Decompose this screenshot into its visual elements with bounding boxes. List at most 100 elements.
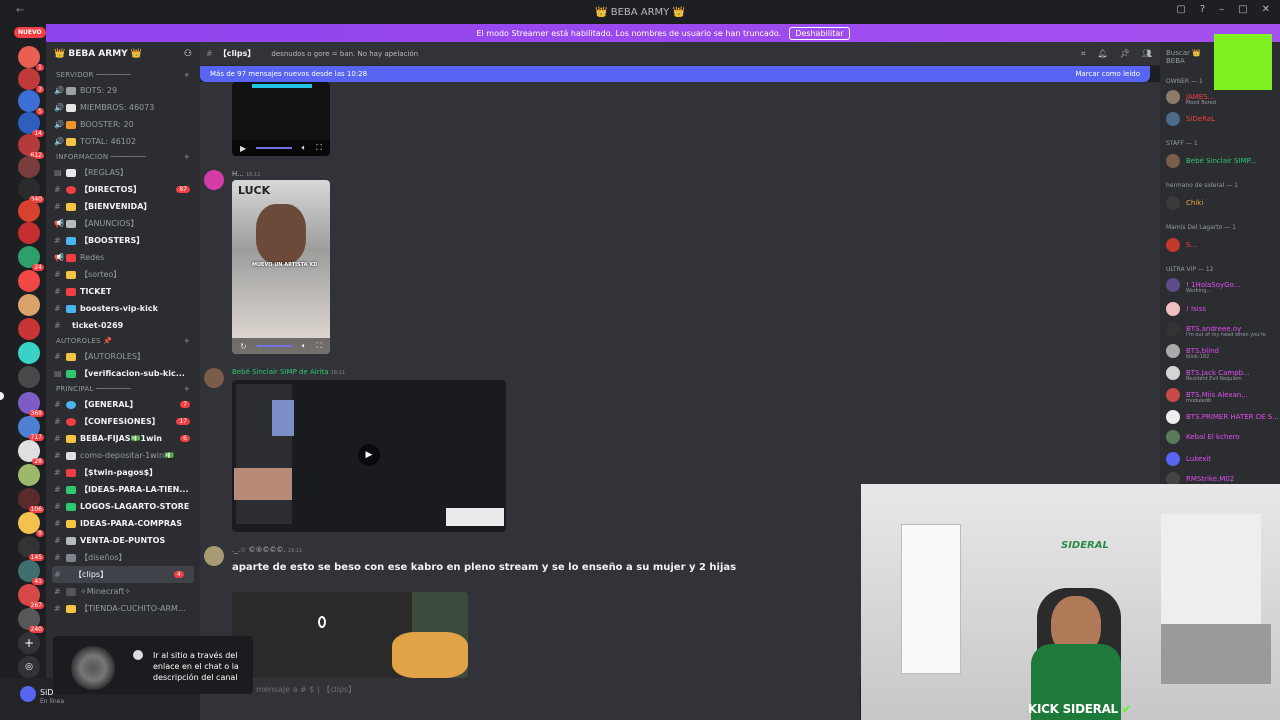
member-item[interactable]: Lukexit: [1166, 452, 1211, 466]
message-author[interactable]: ._.☆ ©®©©©. 16:11: [232, 546, 302, 554]
server-icon[interactable]: [18, 294, 40, 316]
bell-icon[interactable]: 🔔︎: [1098, 49, 1108, 59]
channel-item[interactable]: # 【GENERAL】 7: [46, 396, 200, 413]
channel-item[interactable]: # como-depositar-1win💵: [46, 447, 200, 464]
server-icon[interactable]: [18, 366, 40, 388]
member-item[interactable]: SiDeRaL: [1166, 112, 1215, 126]
member-item[interactable]: Chiki: [1166, 196, 1203, 210]
channel-item[interactable]: # 【BIENVENIDA】: [46, 198, 200, 215]
threads-icon[interactable]: ⌗: [1081, 49, 1086, 59]
server-icon[interactable]: 24: [18, 246, 44, 271]
server-icon[interactable]: 717: [18, 416, 44, 441]
member-item[interactable]: Bebé Sinclair SIMP...: [1166, 154, 1256, 168]
add-server-icon[interactable]: +: [18, 632, 40, 654]
new-messages-bar[interactable]: Más de 97 mensajes nuevos desde las 10:2…: [200, 66, 1150, 82]
channel-item[interactable]: # LOGOS-LAGARTO-STORE: [46, 498, 200, 515]
members-icon[interactable]: 👥︎: [1142, 49, 1152, 59]
member-item[interactable]: BTS.andreee.oy I'm out of my head when yo…: [1166, 322, 1266, 338]
add-member-icon[interactable]: ⚇: [184, 49, 192, 59]
channel-item[interactable]: # 【CONFESIONES】 17: [46, 413, 200, 430]
channel-topic[interactable]: desnudos o gore = ban. No hay apelación: [271, 50, 418, 58]
server-icon[interactable]: 14: [18, 112, 44, 137]
video-progress[interactable]: [256, 345, 292, 347]
channel-item[interactable]: # 【TIENDA-CUCHITO-ARM...: [46, 600, 200, 617]
channel-item[interactable]: # boosters-vip-kick: [46, 300, 200, 317]
channel-item[interactable]: # ✧Minecraft✧: [46, 583, 200, 600]
message-author[interactable]: H... 16:11: [232, 170, 260, 178]
server-icon[interactable]: [18, 270, 40, 292]
server-icon[interactable]: [18, 342, 40, 364]
server-icon[interactable]: 267: [18, 584, 44, 609]
member-item[interactable]: JAMES... Mood Bored: [1166, 90, 1216, 106]
channel-item[interactable]: ▤ 【verificacion-sub-kic...: [46, 365, 200, 382]
maximize-button[interactable]: □: [1238, 4, 1247, 15]
play-icon[interactable]: ▶: [240, 144, 246, 153]
video-attachment[interactable]: [232, 592, 468, 678]
explore-servers-icon[interactable]: ◎: [18, 656, 40, 678]
channel-item[interactable]: 📢 Redes: [46, 249, 200, 266]
member-item[interactable]: ! 1HolaSoyGo... Working...: [1166, 278, 1240, 294]
member-item[interactable]: ! Isiss: [1166, 302, 1206, 316]
minimize-button[interactable]: –: [1219, 4, 1224, 15]
category-autoroles[interactable]: AUTOROLES 📌 +: [46, 334, 200, 348]
channel-item[interactable]: # 【$twin-pagos$】: [46, 464, 200, 481]
back-arrow-icon[interactable]: ←: [16, 5, 24, 16]
channel-item-selected[interactable]: # 【clips】 4: [52, 566, 194, 583]
channel-item[interactable]: 🔊 MIEMBROS: 46073: [46, 99, 200, 116]
server-icon[interactable]: 145: [18, 536, 44, 561]
channel-item[interactable]: 🔊 BOOSTER: 20: [46, 116, 200, 133]
category-servidor[interactable]: SERVIDOR ──────── +: [46, 68, 200, 82]
member-item[interactable]: Kebal El kchero: [1166, 430, 1240, 444]
video-attachment[interactable]: ▶: [232, 380, 506, 532]
channel-item[interactable]: # ticket-0269: [46, 317, 200, 334]
channel-item[interactable]: ▤ 【REGLAS】: [46, 164, 200, 181]
server-icon[interactable]: 106: [18, 488, 44, 513]
video-progress[interactable]: [256, 147, 292, 149]
search-input[interactable]: Buscar 👑 BEBA: [1166, 49, 1216, 65]
message-input[interactable]: mensaje a # $ | 【clips】: [256, 684, 856, 700]
server-icon[interactable]: 1: [18, 46, 44, 71]
member-item[interactable]: BTS.blind blink-182: [1166, 344, 1219, 360]
channel-item[interactable]: 📢 【ANUNCIOS】: [46, 215, 200, 232]
fullscreen-icon[interactable]: ⛶: [316, 143, 322, 153]
server-icon[interactable]: [18, 464, 40, 486]
play-icon[interactable]: ▶: [358, 444, 380, 466]
channel-item[interactable]: # TICKET: [46, 283, 200, 300]
server-icon[interactable]: 28: [18, 440, 44, 465]
server-icon[interactable]: 41: [18, 560, 44, 585]
member-item[interactable]: BTS.Jack Campb... Resident Evil Requiem: [1166, 366, 1250, 382]
volume-icon[interactable]: 🔈︎: [302, 143, 307, 153]
channel-item[interactable]: # BEBA-FIJAS💵1win 6: [46, 430, 200, 447]
channel-item[interactable]: # 【IDEAS-PARA-LA-TIEN...: [46, 481, 200, 498]
channel-item[interactable]: 🔊 TOTAL: 46102: [46, 133, 200, 150]
pin-icon[interactable]: 📌︎: [1120, 49, 1130, 59]
channel-item[interactable]: # IDEAS-PARA-COMPRAS: [46, 515, 200, 532]
channel-item[interactable]: # 【sorteo】: [46, 266, 200, 283]
server-icon[interactable]: [18, 200, 40, 222]
server-icon[interactable]: 369: [18, 392, 44, 417]
member-item[interactable]: S...: [1166, 238, 1197, 252]
channel-item[interactable]: # 【AUTOROLES】: [46, 348, 200, 365]
channel-item[interactable]: # 【BOOSTERS】: [46, 232, 200, 249]
close-button[interactable]: ✕: [1262, 4, 1270, 15]
server-icon[interactable]: [18, 156, 40, 178]
member-item[interactable]: BTS.Miis Alexan... moduledb: [1166, 388, 1248, 404]
server-icon[interactable]: 5: [18, 90, 44, 115]
avatar[interactable]: [20, 686, 36, 702]
category-principal[interactable]: PRINCIPAL ──────── +: [46, 382, 200, 396]
server-icon[interactable]: [18, 222, 40, 244]
member-item[interactable]: BTS.PRIMER HATER DE S...: [1166, 410, 1279, 424]
disable-streamer-button[interactable]: Deshabilitar: [789, 26, 850, 40]
replay-icon[interactable]: ↻: [240, 342, 247, 351]
server-icon[interactable]: 9: [18, 512, 44, 537]
inbox-icon[interactable]: ▢: [1176, 4, 1185, 15]
server-icon[interactable]: 612: [18, 134, 44, 159]
channel-item[interactable]: # 【diseños】: [46, 549, 200, 566]
fullscreen-icon[interactable]: ⛶: [316, 341, 322, 351]
avatar[interactable]: [204, 170, 224, 190]
channel-item[interactable]: # 【DIRECTOS】 87: [46, 181, 200, 198]
video-attachment[interactable]: LUCK MUEVO UN ARTISTA XD ↻ 🔈︎ ⛶: [232, 180, 330, 354]
help-icon[interactable]: ?: [1200, 4, 1205, 15]
message-author[interactable]: Bebé Sinclair SIMP de Airita 16:11: [232, 368, 345, 376]
video-attachment[interactable]: ▶ 🔈︎ ⛶: [232, 82, 330, 156]
